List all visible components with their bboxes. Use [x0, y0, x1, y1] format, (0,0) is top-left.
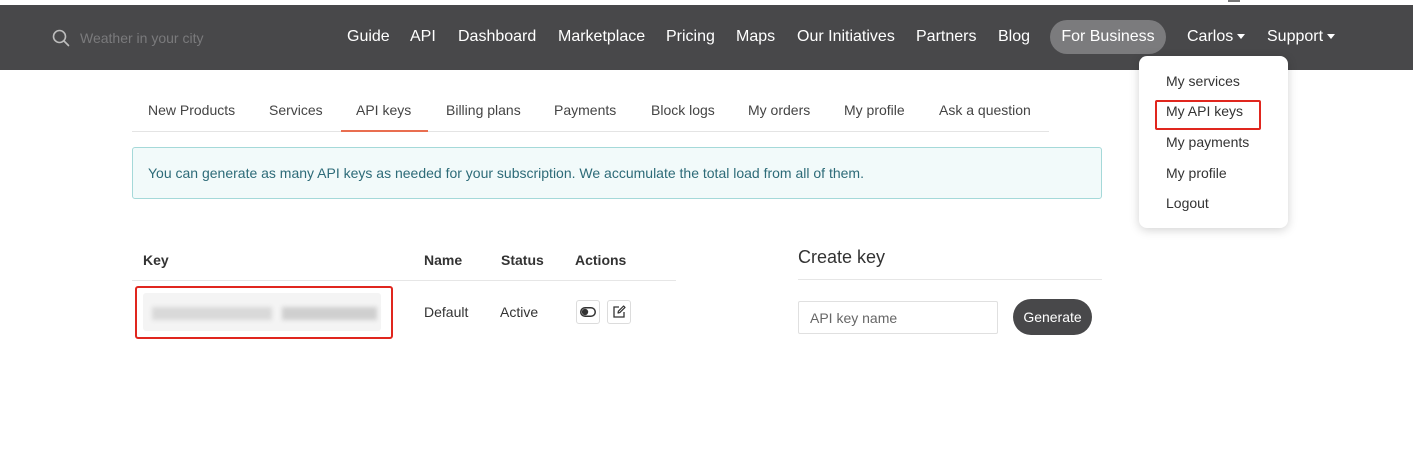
- nav-marketplace[interactable]: Marketplace: [558, 25, 645, 49]
- tab-services[interactable]: Services: [269, 102, 323, 118]
- tab-api-keys[interactable]: API keys: [356, 102, 411, 118]
- chevron-down-icon: [1327, 34, 1336, 40]
- column-header-key: Key: [143, 252, 169, 268]
- create-key-title: Create key: [798, 247, 886, 267]
- search-icon: [52, 29, 70, 47]
- nav-guide[interactable]: Guide: [347, 25, 390, 49]
- api-key-highlight-box: [135, 286, 393, 339]
- menu-item-my-services[interactable]: My services: [1166, 73, 1240, 89]
- generate-button[interactable]: Generate: [1013, 299, 1092, 335]
- for-business-button[interactable]: For Business: [1050, 20, 1166, 54]
- nav-our-initiatives[interactable]: Our Initiatives: [797, 25, 895, 49]
- user-name: Carlos: [1187, 28, 1234, 45]
- menu-item-my-payments[interactable]: My payments: [1166, 134, 1249, 150]
- key-status-cell: Active: [500, 304, 539, 320]
- tab-payments[interactable]: Payments: [554, 102, 616, 118]
- nav-api[interactable]: API: [410, 25, 436, 49]
- search-box[interactable]: [52, 27, 262, 49]
- info-alert-text: You can generate as many API keys as nee…: [148, 165, 864, 181]
- nav-dashboard[interactable]: Dashboard: [458, 25, 536, 49]
- edit-icon: [613, 305, 626, 318]
- tab-ask-a-question[interactable]: Ask a question: [939, 102, 1031, 118]
- column-header-status: Status: [501, 252, 544, 268]
- tabs-divider: [132, 131, 1049, 132]
- nav-maps[interactable]: Maps: [736, 25, 775, 49]
- user-dropdown-menu: My services My API keys My payments My p…: [1139, 56, 1288, 228]
- tab-new-products[interactable]: New Products: [148, 102, 235, 118]
- key-name-cell: Default: [424, 304, 469, 320]
- nav-partners[interactable]: Partners: [916, 25, 976, 49]
- tab-my-orders[interactable]: My orders: [748, 102, 810, 118]
- chevron-down-icon: [1237, 34, 1246, 40]
- toggle-key-button[interactable]: [576, 300, 600, 324]
- column-header-actions: Actions: [575, 252, 627, 268]
- api-key-name-input[interactable]: [798, 301, 998, 334]
- nav-blog[interactable]: Blog: [998, 25, 1030, 49]
- tab-my-profile[interactable]: My profile: [844, 102, 905, 118]
- table-header-divider: [132, 280, 676, 281]
- tab-billing-plans[interactable]: Billing plans: [446, 102, 521, 118]
- column-header-name: Name: [424, 252, 463, 268]
- create-key-divider: [798, 279, 1102, 280]
- active-tab-indicator: [341, 130, 428, 132]
- menu-item-my-profile[interactable]: My profile: [1166, 165, 1227, 181]
- user-menu-toggle[interactable]: Carlos: [1187, 25, 1246, 49]
- menu-item-logout[interactable]: Logout: [1166, 195, 1209, 211]
- toggle-icon: [580, 307, 596, 317]
- support-label: Support: [1267, 28, 1324, 45]
- window-corner-mark: [1228, 0, 1240, 2]
- support-menu-toggle[interactable]: Support: [1267, 25, 1336, 49]
- tab-block-logs[interactable]: Block logs: [651, 102, 715, 118]
- search-input[interactable]: [78, 29, 262, 47]
- edit-key-button[interactable]: [607, 300, 631, 324]
- info-alert: You can generate as many API keys as nee…: [132, 147, 1102, 199]
- nav-pricing[interactable]: Pricing: [666, 25, 715, 49]
- menu-item-highlight-box: [1155, 100, 1261, 130]
